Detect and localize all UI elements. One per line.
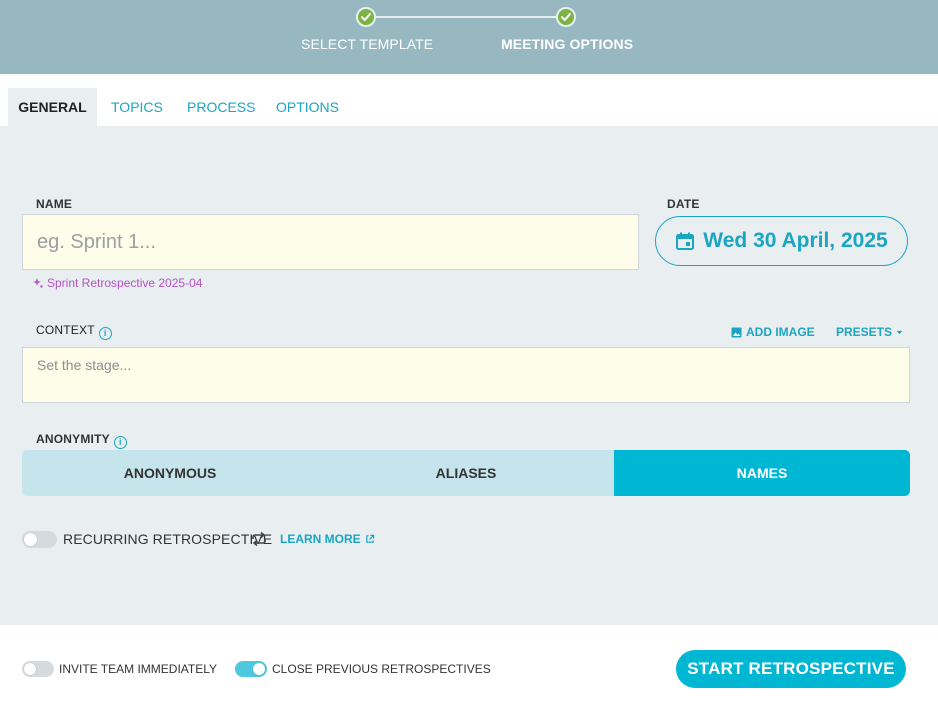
step-2-check-icon[interactable]: [556, 7, 576, 27]
recurring-toggle[interactable]: [22, 531, 57, 548]
name-input[interactable]: [22, 214, 639, 270]
learn-more-label: LEARN MORE: [280, 532, 361, 546]
anonymity-label-wrap: ANONYMITY i: [36, 432, 127, 449]
stepper-connector: [366, 16, 566, 18]
tab-general[interactable]: GENERAL: [8, 88, 97, 126]
anonymity-label: ANONYMITY: [36, 432, 110, 446]
repeat-icon: [252, 531, 266, 547]
date-picker-button[interactable]: Wed 30 April, 2025: [655, 216, 908, 266]
recurring-label: RECURRING RETROSPECTIVE: [63, 531, 273, 547]
date-label: DATE: [667, 197, 700, 211]
context-input[interactable]: [22, 347, 910, 403]
step-1-check-icon[interactable]: [356, 7, 376, 27]
anonymity-selector: ANONYMOUS ALIASES NAMES: [22, 450, 910, 496]
step-select-template[interactable]: SELECT TEMPLATE: [301, 36, 433, 52]
close-previous-label: CLOSE PREVIOUS RETROSPECTIVES: [272, 662, 491, 676]
invite-team-label: INVITE TEAM IMMEDIATELY: [59, 662, 218, 676]
invite-team-toggle[interactable]: [22, 661, 54, 677]
date-value: Wed 30 April, 2025: [703, 229, 888, 252]
name-suggestion-text: Sprint Retrospective 2025-04: [47, 276, 203, 290]
anonymity-option-anonymous[interactable]: ANONYMOUS: [22, 450, 318, 496]
step-meeting-options[interactable]: MEETING OPTIONS: [501, 36, 633, 52]
context-label-wrap: CONTEXT i: [36, 323, 112, 340]
add-image-button[interactable]: ADD IMAGE: [731, 325, 815, 339]
caret-down-icon: [896, 330, 903, 334]
options-tabs: GENERAL TOPICS PROCESS OPTIONS: [0, 74, 938, 126]
context-info-icon[interactable]: i: [98, 327, 112, 340]
tab-process[interactable]: PROCESS: [173, 88, 269, 126]
presets-label: PRESETS: [836, 325, 893, 339]
image-icon: [731, 327, 742, 337]
general-panel: NAME Sprint Retrospective 2025-04 DATE W…: [0, 126, 938, 625]
start-retrospective-button[interactable]: START RETROSPECTIVE: [676, 650, 906, 688]
anonymity-option-aliases[interactable]: ALIASES: [318, 450, 614, 496]
toggle-knob: [253, 663, 265, 675]
tab-options[interactable]: OPTIONS: [262, 88, 353, 126]
toggle-knob: [24, 533, 37, 546]
close-previous-toggle[interactable]: [235, 661, 267, 677]
learn-more-link[interactable]: LEARN MORE: [280, 532, 375, 546]
context-label: CONTEXT: [36, 323, 95, 337]
anonymity-info-icon[interactable]: i: [113, 436, 127, 449]
add-image-label: ADD IMAGE: [746, 325, 815, 339]
name-label: NAME: [36, 197, 73, 211]
toggle-knob: [24, 663, 36, 675]
name-suggestion[interactable]: Sprint Retrospective 2025-04: [33, 276, 202, 290]
presets-dropdown[interactable]: PRESETS: [836, 325, 903, 339]
tab-topics[interactable]: TOPICS: [97, 88, 177, 126]
wizard-stepper: SELECT TEMPLATE MEETING OPTIONS: [0, 0, 938, 74]
anonymity-option-names[interactable]: NAMES: [614, 450, 910, 496]
external-link-icon: [365, 534, 374, 543]
sparkle-icon: [33, 278, 43, 288]
footer-bar: INVITE TEAM IMMEDIATELY CLOSE PREVIOUS R…: [0, 625, 938, 701]
calendar-icon: [676, 232, 695, 250]
